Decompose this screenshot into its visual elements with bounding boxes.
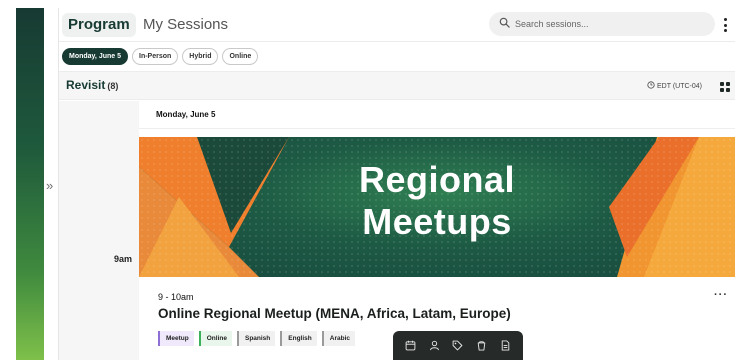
- session-banner-image[interactable]: Regional Meetups: [139, 137, 735, 277]
- document-icon[interactable]: [498, 339, 512, 353]
- clock-icon: [647, 81, 655, 91]
- tag-arabic[interactable]: Arabic: [321, 331, 355, 346]
- grid-view-icon[interactable]: [720, 82, 730, 92]
- person-icon[interactable]: [427, 339, 441, 353]
- day-heading: Monday, June 5: [156, 110, 216, 119]
- banner-text: Regional Meetups: [139, 159, 735, 243]
- time-slot-label: 9am: [114, 254, 133, 264]
- chip-hybrid[interactable]: Hybrid: [182, 48, 219, 65]
- search-input[interactable]: [515, 19, 705, 29]
- session-tags: Meetup Online Spanish English Arabic: [158, 331, 355, 346]
- tag-online[interactable]: Online: [198, 331, 232, 346]
- tag-icon[interactable]: [451, 339, 465, 353]
- chip-monday-june-5[interactable]: Monday, June 5: [62, 48, 128, 65]
- revisit-count: (8): [107, 81, 119, 91]
- tag-meetup[interactable]: Meetup: [158, 331, 194, 346]
- day-divider: [139, 128, 735, 129]
- header: Program My Sessions: [59, 8, 735, 42]
- more-menu-icon[interactable]: [721, 16, 729, 34]
- tab-my-sessions[interactable]: My Sessions: [143, 13, 228, 37]
- tab-program[interactable]: Program: [62, 13, 136, 37]
- filter-chips: Monday, June 5 In-Person Hybrid Online: [62, 48, 259, 65]
- session-title[interactable]: Online Regional Meetup (MENA, Africa, La…: [158, 306, 511, 321]
- cup-icon[interactable]: [475, 339, 489, 353]
- banner-line-2: Meetups: [362, 201, 512, 242]
- timezone-label: EDT (UTC-04): [657, 82, 702, 90]
- banner-line-1: Regional: [358, 159, 515, 200]
- chip-online[interactable]: Online: [222, 48, 259, 65]
- search-icon: [499, 15, 510, 33]
- time-column: 9am: [59, 101, 139, 360]
- session-time: 9 - 10am: [158, 292, 194, 302]
- revisit-toggle[interactable]: Revisit (8): [66, 78, 118, 92]
- revisit-title: Revisit: [66, 78, 106, 92]
- tag-english[interactable]: English: [280, 331, 317, 346]
- calendar-icon[interactable]: [404, 339, 418, 353]
- floating-toolbar: [393, 331, 523, 360]
- tag-spanish[interactable]: Spanish: [236, 331, 276, 346]
- timezone-selector[interactable]: EDT (UTC-04): [647, 81, 702, 91]
- brand-strip: [16, 8, 44, 360]
- session-more-icon[interactable]: ···: [714, 289, 728, 301]
- app-frame: » Program My Sessions Monday, June 5 In-…: [0, 0, 735, 360]
- expand-sidebar-icon[interactable]: »: [46, 178, 53, 193]
- search-box[interactable]: [489, 12, 715, 36]
- chip-in-person[interactable]: In-Person: [132, 48, 179, 65]
- revisit-bar: Revisit (8) EDT (UTC-04): [59, 71, 735, 100]
